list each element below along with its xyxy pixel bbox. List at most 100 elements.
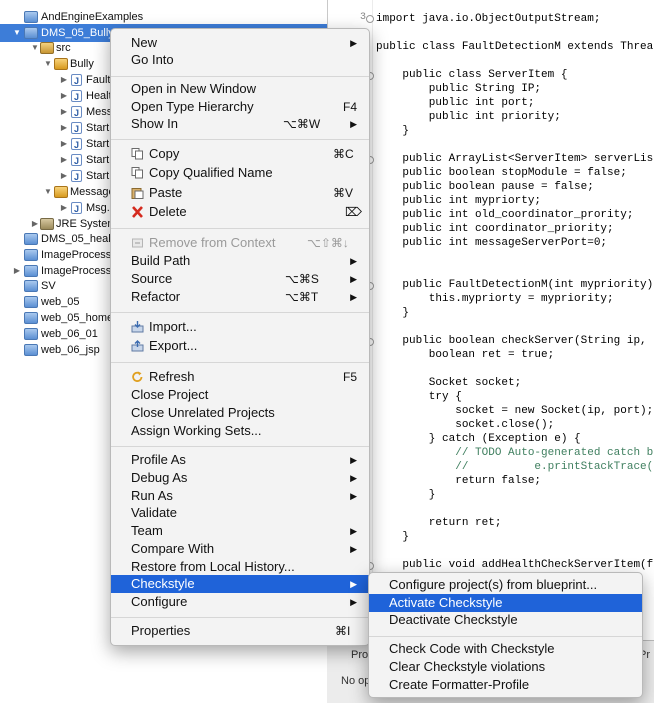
checkstyle-submenu: Configure project(s) from blueprint... A… — [368, 572, 643, 698]
menu-item-run-as[interactable]: Run As ▶ — [111, 487, 369, 505]
code-line: public class ServerItem { — [376, 69, 568, 81]
menu-item-delete[interactable]: Delete ⌦ — [111, 203, 369, 221]
project-folder-icon — [24, 296, 38, 308]
menu-item-import[interactable]: Import... — [111, 318, 369, 336]
menu-item-open-in-new-window[interactable]: Open in New Window — [111, 80, 369, 98]
submenu-arrow-icon: ▶ — [350, 119, 357, 129]
menu-item-copy-qualified-name[interactable]: Copy Qualified Name — [111, 164, 369, 182]
java-file-icon — [71, 104, 82, 122]
delete-icon — [132, 206, 143, 218]
menu-item-close-unrelated-projects[interactable]: Close Unrelated Projects — [111, 404, 369, 422]
menu-item-configure[interactable]: Configure ▶ — [111, 593, 369, 611]
code-line-comment: // e.printStackTrace() — [376, 461, 654, 473]
menu-item-source[interactable]: Source ⌥⌘S ▶ — [111, 270, 369, 288]
code-line: public int coordinator_priority; — [376, 223, 614, 235]
code-line: } — [376, 307, 410, 319]
code-line: } catch (Exception e) { — [376, 433, 581, 445]
submenu-arrow-icon: ▶ — [350, 597, 357, 607]
collapse-triangle-icon[interactable]: ▶ — [30, 215, 40, 233]
menu-item-assign-working-sets[interactable]: Assign Working Sets... — [111, 422, 369, 440]
menu-item-close-project[interactable]: Close Project — [111, 386, 369, 404]
menu-item-checkstyle[interactable]: Checkstyle ▶ — [111, 575, 369, 593]
menu-item-paste[interactable]: Paste ⌘V — [111, 184, 369, 202]
menu-item-copy[interactable]: Copy ⌘C — [111, 145, 369, 163]
java-file-icon — [71, 152, 82, 170]
menu-separator — [369, 636, 642, 637]
menu-item-go-into[interactable]: Go Into — [111, 51, 369, 69]
code-line: } — [376, 531, 410, 543]
menu-item-build-path[interactable]: Build Path ▶ — [111, 252, 369, 270]
menu-item-deactivate-checkstyle[interactable]: Deactivate Checkstyle — [369, 611, 642, 629]
menu-separator — [111, 228, 369, 229]
submenu-arrow-icon: ▶ — [350, 526, 357, 536]
menu-separator — [111, 139, 369, 140]
code-line-class-declaration: public class FaultDetectionM extends Thr… — [376, 41, 654, 53]
menu-item-validate[interactable]: Validate — [111, 504, 369, 522]
java-file-icon — [71, 88, 82, 106]
import-icon — [131, 321, 144, 333]
code-line: socket = new Socket(ip, port); — [376, 405, 654, 417]
menu-item-restore-from-local-history[interactable]: Restore from Local History... — [111, 558, 369, 576]
menu-item-profile-as[interactable]: Profile As ▶ — [111, 451, 369, 469]
java-file-icon — [71, 136, 82, 154]
project-folder-icon — [24, 265, 38, 277]
refresh-icon — [132, 371, 143, 382]
code-line: public String IP; — [376, 83, 542, 95]
submenu-arrow-icon: ▶ — [350, 274, 357, 284]
project-folder-icon — [24, 249, 38, 261]
code-line: public int priority; — [376, 111, 561, 123]
menu-item-debug-as[interactable]: Debug As ▶ — [111, 469, 369, 487]
code-line: public boolean stopModule = false; — [376, 167, 627, 179]
menu-item-check-code-with-checkstyle[interactable]: Check Code with Checkstyle — [369, 640, 642, 658]
menu-item-clear-checkstyle-violations[interactable]: Clear Checkstyle violations — [369, 658, 642, 676]
code-line: try { — [376, 391, 462, 403]
menu-separator — [111, 617, 369, 618]
submenu-arrow-icon: ▶ — [350, 579, 357, 589]
project-folder-icon — [24, 280, 38, 292]
menu-item-refresh[interactable]: Refresh F5 — [111, 368, 369, 386]
code-line: } — [376, 489, 436, 501]
menu-item-properties[interactable]: Properties ⌘I — [111, 622, 369, 640]
java-editor[interactable]: 3 import java.io.ObjectOutputStream; pub… — [327, 0, 654, 640]
code-line: Socket socket; — [376, 377, 522, 389]
menu-item-create-formatter-profile[interactable]: Create Formatter-Profile — [369, 676, 642, 694]
code-line: return ret; — [376, 517, 502, 529]
menu-item-team[interactable]: Team ▶ — [111, 522, 369, 540]
panel-tab-problems[interactable]: Pro — [351, 649, 368, 661]
project-folder-icon — [24, 11, 38, 23]
code-line: public void addHealthCheckServerItem(fi — [376, 559, 654, 571]
java-file-icon — [71, 168, 82, 186]
menu-item-open-type-hierarchy[interactable]: Open Type Hierarchy F4 — [111, 98, 369, 116]
project-folder-icon — [24, 233, 38, 245]
expand-triangle-icon[interactable]: ▼ — [30, 39, 40, 57]
project-folder-icon — [24, 312, 38, 324]
collapse-triangle-icon[interactable]: ▶ — [12, 262, 22, 280]
menu-item-configure-from-blueprint[interactable]: Configure project(s) from blueprint... — [369, 576, 642, 594]
menu-item-export[interactable]: Export... — [111, 337, 369, 355]
menu-item-compare-with[interactable]: Compare With ▶ — [111, 540, 369, 558]
collapse-triangle-icon[interactable]: ▶ — [59, 167, 69, 185]
paste-icon — [131, 188, 144, 199]
code-line-comment: // TODO Auto-generated catch bl — [376, 447, 654, 459]
code-line-import: import java.io.ObjectOutputStream; — [376, 12, 601, 26]
submenu-arrow-icon: ▶ — [350, 491, 357, 501]
code-line: this.mypriorty = mypriority; — [376, 293, 614, 305]
expand-triangle-icon[interactable]: ▼ — [12, 24, 22, 42]
context-menu: New ▶ Go Into Open in New Window Open Typ… — [110, 28, 370, 646]
code-line: public boolean checkServer(String ip, i — [376, 335, 654, 347]
copy-qualified-icon — [131, 167, 143, 179]
menu-item-refactor[interactable]: Refactor ⌥⌘T ▶ — [111, 288, 369, 306]
code-line: public boolean pause = false; — [376, 181, 594, 193]
code-line: socket.close(); — [376, 419, 555, 431]
menu-separator — [111, 362, 369, 363]
remove-context-icon — [132, 238, 143, 248]
expand-triangle-icon[interactable]: ▼ — [43, 55, 53, 73]
menu-item-activate-checkstyle[interactable]: Activate Checkstyle — [369, 594, 642, 612]
fold-expand-icon[interactable] — [366, 15, 374, 23]
project-folder-icon — [24, 328, 38, 340]
expand-triangle-icon[interactable]: ▼ — [43, 183, 53, 201]
menu-item-show-in[interactable]: Show In ⌥⌘W ▶ — [111, 115, 369, 133]
code-line: public FaultDetectionM(int mypriority){ — [376, 279, 654, 291]
menu-item-new[interactable]: New ▶ — [111, 34, 369, 52]
submenu-arrow-icon: ▶ — [350, 544, 357, 554]
